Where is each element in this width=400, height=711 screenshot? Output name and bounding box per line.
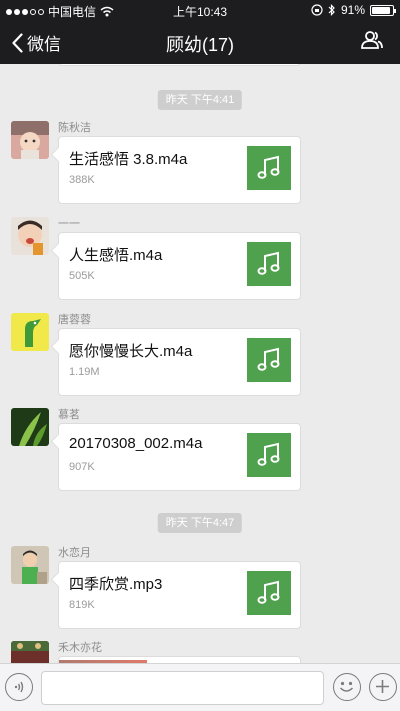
avatar[interactable] <box>11 408 49 446</box>
message-row: 慕茗 20170308_002.m4a 907K <box>0 408 400 492</box>
file-message-card[interactable]: 生活感悟 3.8.m4a 388K <box>58 136 301 204</box>
voice-icon <box>14 681 24 693</box>
battery-fill <box>372 6 391 14</box>
file-name: 20170308_002.m4a <box>69 435 203 452</box>
sender-name: 慕茗 <box>58 409 80 421</box>
emoji-button[interactable] <box>333 673 361 701</box>
file-size: 1.19M <box>69 366 100 378</box>
file-message-card[interactable]: 愿你慢慢长大.m4a 1.19M <box>58 328 301 396</box>
file-name: 人生感悟.m4a <box>69 247 163 264</box>
file-message-card[interactable] <box>58 656 301 663</box>
battery-icon <box>370 4 396 16</box>
avatar[interactable] <box>11 546 49 584</box>
bluetooth-icon <box>328 4 335 16</box>
plus-icon <box>376 680 389 693</box>
file-size: 907K <box>69 461 95 473</box>
status-bar: 中国电信 上午10:43 91% <box>0 0 400 20</box>
timestamp-badge: 昨天 下午4:41 <box>157 90 243 110</box>
file-message-card[interactable]: 20170308_002.m4a 907K <box>58 423 301 491</box>
file-name: 生活感悟 3.8.m4a <box>69 151 188 168</box>
emoji-icon <box>339 681 354 692</box>
battery-percent: 91% <box>340 3 365 17</box>
group-members-button[interactable] <box>360 30 384 55</box>
avatar[interactable] <box>11 121 49 159</box>
input-bar <box>0 663 400 711</box>
more-options-button[interactable] <box>369 673 397 701</box>
avatar[interactable] <box>11 313 49 351</box>
music-note-icon <box>247 146 291 190</box>
sender-name: 陈秋洁 <box>58 122 91 134</box>
avatar[interactable] <box>11 641 49 663</box>
page-title: 顾幼(17) <box>165 35 234 55</box>
message-row: 水恋月 四季欣赏.mp3 819K <box>0 546 400 630</box>
music-note-icon <box>247 242 291 286</box>
file-size: 505K <box>69 270 95 282</box>
group-members-icon <box>361 31 383 49</box>
message-row: 禾木亦花 <box>0 641 400 663</box>
message-row: 唐蓉蓉 愿你慢慢长大.m4a 1.19M <box>0 313 400 397</box>
message-input[interactable] <box>41 671 324 705</box>
file-message-card[interactable]: 四季欣赏.mp3 819K <box>58 561 301 629</box>
message-row: 陈秋洁 生活感悟 3.8.m4a 388K <box>0 121 400 205</box>
timestamp-badge: 昨天 下午4:47 <box>157 513 243 533</box>
music-note-icon <box>247 433 291 477</box>
music-note-icon <box>247 338 291 382</box>
music-note-icon <box>247 571 291 615</box>
avatar[interactable] <box>11 217 49 255</box>
file-size: 388K <box>69 174 95 186</box>
file-size: 819K <box>69 599 95 611</box>
sender-name: 水恋月 <box>58 547 91 559</box>
message-row: 一一 人生感悟.m4a 505K <box>0 217 400 301</box>
navigation-bar: 微信 顾幼(17) <box>0 20 400 64</box>
chat-area[interactable]: 昨天 下午4:41 陈秋洁 生活感悟 3.8.m4a 388K 一一 人生感悟.… <box>0 64 400 663</box>
sender-name: 唐蓉蓉 <box>58 314 91 326</box>
sender-name: 一一 <box>58 218 80 230</box>
file-name: 愿你慢慢长大.m4a <box>69 343 193 360</box>
rotation-lock-icon <box>311 4 323 16</box>
sender-name: 禾木亦花 <box>58 642 102 654</box>
voice-button[interactable] <box>5 673 33 701</box>
file-message-card[interactable]: 人生感悟.m4a 505K <box>58 232 301 300</box>
file-name: 四季欣赏.mp3 <box>69 576 163 593</box>
previous-message-card[interactable] <box>58 64 301 66</box>
